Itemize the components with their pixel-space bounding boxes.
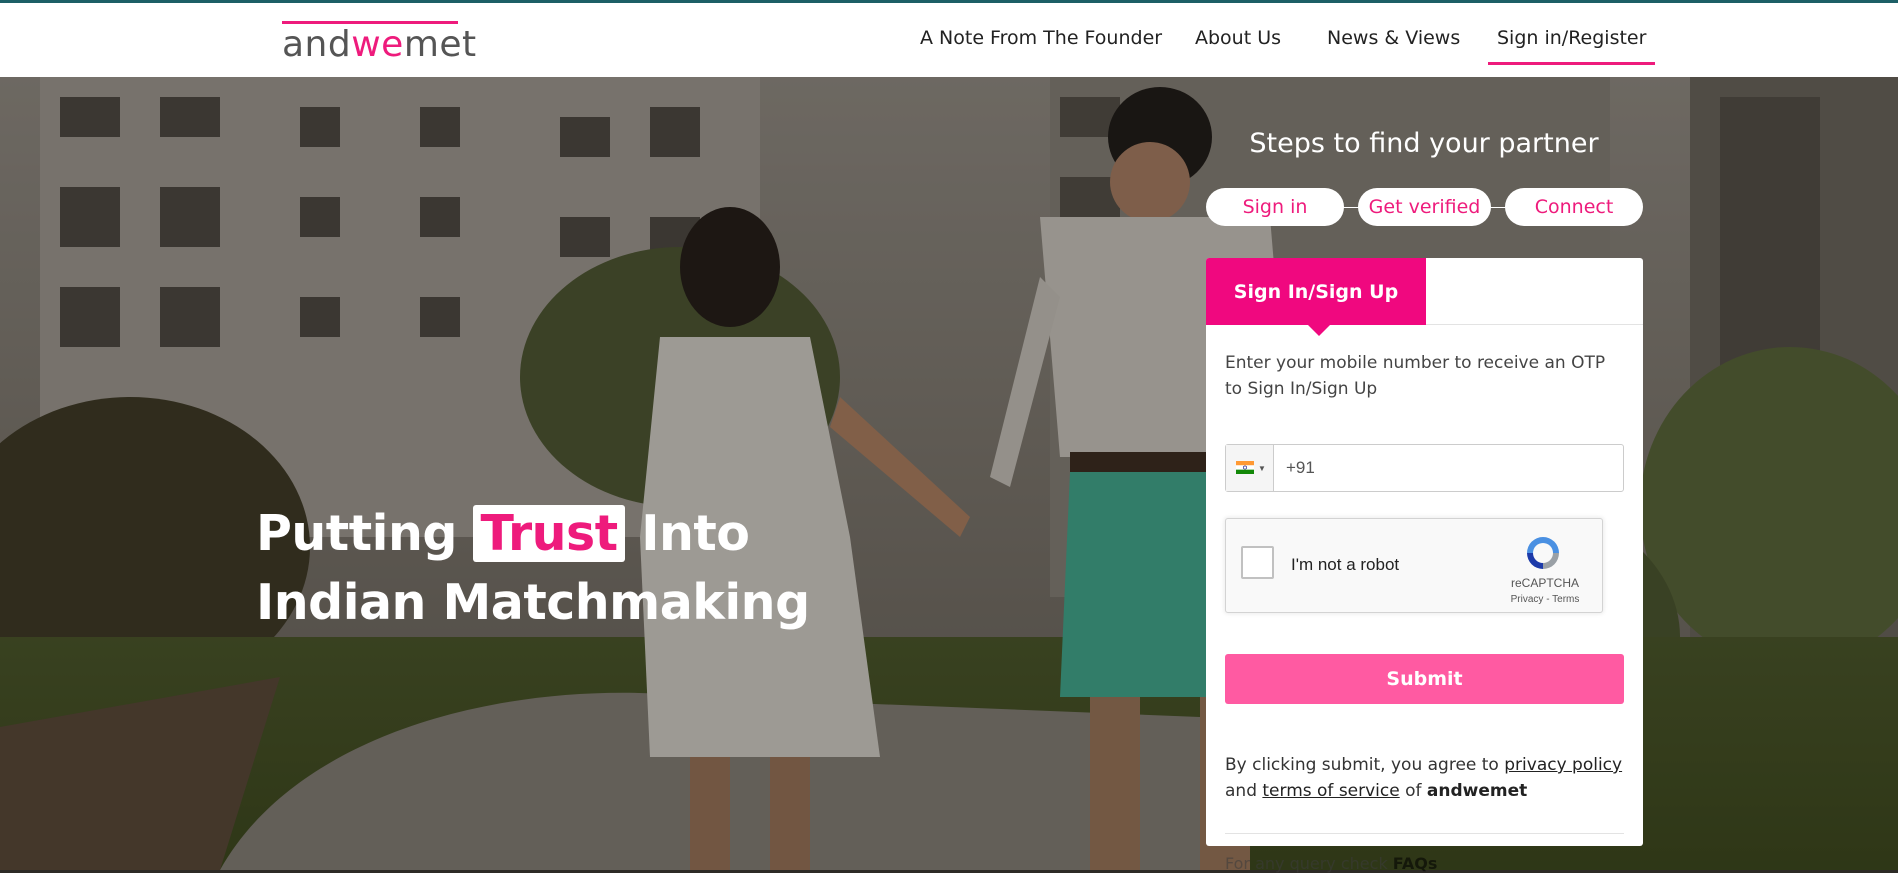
main-nav: A Note From The Founder About Us News & … <box>0 3 1898 77</box>
step-connect: Connect <box>1505 188 1643 226</box>
recaptcha-logo-icon <box>1527 537 1559 569</box>
hero-headline: Putting Trust Into Indian Matchmaking <box>256 499 810 637</box>
steps-title: Steps to find your partner <box>1249 128 1599 159</box>
tab-sign-in-sign-up[interactable]: Sign In/Sign Up <box>1206 258 1426 325</box>
terms-brand: andwemet <box>1426 781 1528 801</box>
recaptcha-widget: I'm not a robot reCAPTCHA Privacy - Term… <box>1225 518 1603 613</box>
terms-of: of <box>1399 781 1427 801</box>
nav-sign-in-register[interactable]: Sign in/Register <box>1487 27 1656 65</box>
site-header: andwemet A Note From The Founder About U… <box>0 3 1898 77</box>
chevron-down-icon: ▼ <box>1258 464 1266 473</box>
faq-notice: For any query check FAQs <box>1225 854 1437 873</box>
tab-pointer-arrow <box>1308 325 1330 336</box>
signin-card: Sign In/Sign Up Enter your mobile number… <box>1206 258 1643 846</box>
phone-input-group: ▼ <box>1225 444 1637 492</box>
country-code-selector[interactable]: ▼ <box>1226 445 1274 491</box>
terms-and: and <box>1225 781 1263 801</box>
headline-line-2: Indian Matchmaking <box>256 574 810 631</box>
privacy-policy-link[interactable]: privacy policy <box>1504 755 1622 775</box>
step-sign-in: Sign in <box>1206 188 1344 226</box>
submit-button[interactable]: Submit <box>1225 654 1624 704</box>
tab-divider <box>1426 324 1643 325</box>
step-get-verified: Get verified <box>1358 188 1491 226</box>
headline-trust-highlight: Trust <box>473 505 625 562</box>
recaptcha-label: I'm not a robot <box>1291 555 1400 574</box>
faq-link[interactable]: FAQs <box>1393 854 1438 873</box>
india-flag-icon <box>1236 461 1254 474</box>
terms-of-service-link[interactable]: terms of service <box>1262 781 1399 801</box>
signin-instructions: Enter your mobile number to receive an O… <box>1225 353 1606 399</box>
nav-note-from-founder[interactable]: A Note From The Founder <box>920 27 1162 49</box>
headline-part-1: Putting <box>256 505 474 562</box>
card-divider <box>1225 833 1624 834</box>
recaptcha-privacy-terms[interactable]: Privacy - Terms <box>1504 594 1586 605</box>
headline-part-2: Into <box>624 505 750 562</box>
terms-notice: By clicking submit, you agree to privacy… <box>1225 752 1635 804</box>
nav-about-us[interactable]: About Us <box>1195 27 1281 49</box>
recaptcha-checkbox[interactable] <box>1241 546 1274 579</box>
faq-prefix: For any query check <box>1225 854 1393 873</box>
recaptcha-brand: reCAPTCHA <box>1510 576 1579 590</box>
nav-news-views[interactable]: News & Views <box>1327 27 1460 49</box>
terms-prefix: By clicking submit, you agree to <box>1225 755 1505 775</box>
phone-number-input[interactable] <box>1275 445 1637 491</box>
